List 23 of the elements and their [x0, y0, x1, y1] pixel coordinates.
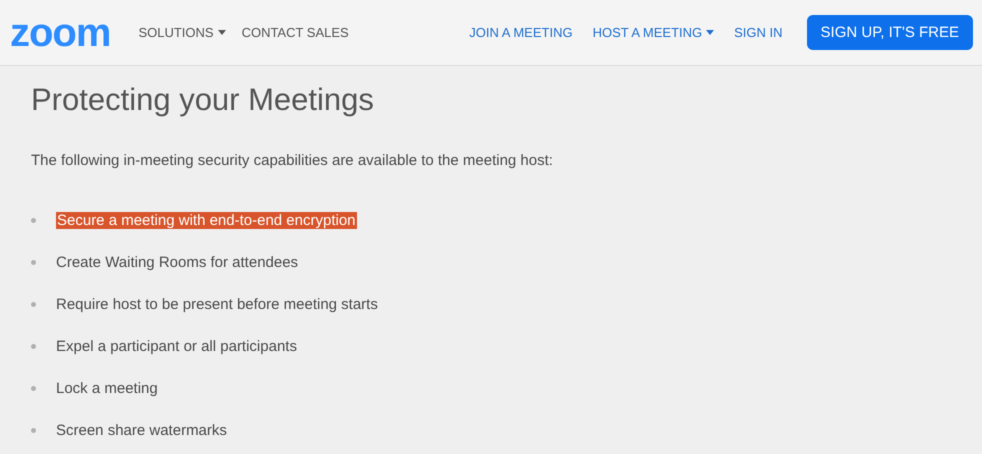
- nav-link[interactable]: JOIN A MEETING: [459, 25, 583, 40]
- sign-up-button[interactable]: SIGN UP, IT'S FREE: [806, 15, 973, 50]
- nav-link[interactable]: SIGN IN: [724, 25, 793, 40]
- bullet-icon: [31, 218, 36, 222]
- list-item-text: Expel a participant or all participants: [56, 338, 297, 354]
- logo[interactable]: zoom: [10, 12, 110, 52]
- list-item-text: Create Waiting Rooms for attendees: [56, 254, 298, 270]
- caret-icon: [218, 30, 226, 35]
- caret-icon: [706, 30, 714, 35]
- intro-text: The following in-meeting security capabilities are available to the meeting host:: [31, 152, 554, 169]
- bullet-icon: [31, 386, 36, 390]
- nav-link[interactable]: CONTACT SALES: [234, 25, 357, 40]
- page-title: Protecting your Meetings: [31, 82, 375, 118]
- list-item-text: Lock a meeting: [56, 380, 158, 396]
- bullet-icon: [31, 302, 36, 306]
- nav-link[interactable]: HOST A MEETING: [582, 25, 724, 40]
- nav-link[interactable]: SOLUTIONS: [130, 25, 234, 40]
- highlighted-text: Secure a meeting with end-to-end encryption: [56, 212, 357, 228]
- bullet-icon: [31, 428, 36, 432]
- list-item-text: Require host to be present before meeting starts: [56, 296, 378, 312]
- bullet-icon: [31, 344, 36, 348]
- list-item-text: Screen share watermarks: [56, 422, 227, 438]
- bullet-icon: [31, 260, 36, 264]
